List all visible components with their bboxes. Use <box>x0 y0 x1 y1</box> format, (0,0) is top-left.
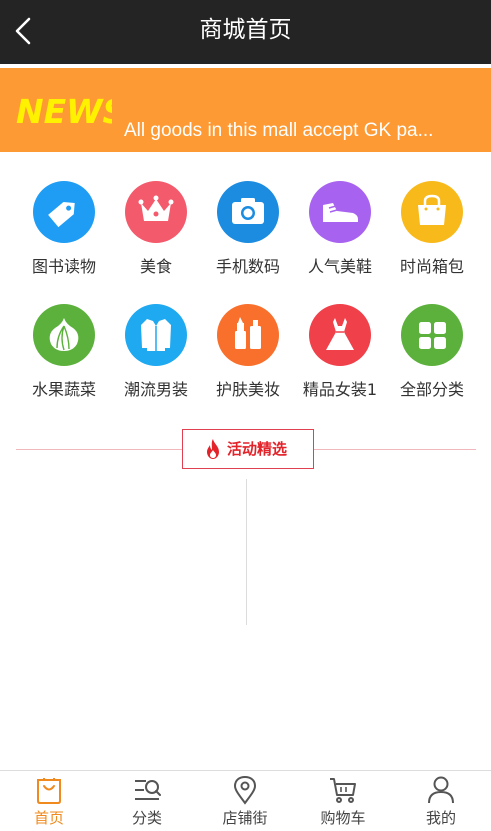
user-icon <box>428 776 454 804</box>
category-item[interactable]: 护肤美妆 <box>205 304 291 414</box>
category-label: 水果蔬菜 <box>31 380 96 399</box>
bottom-tab-bar: 首页 分类 店铺街 购物车 我的 <box>0 770 491 830</box>
tab-home[interactable]: 首页 <box>0 771 98 831</box>
tab-label: 我的 <box>425 809 456 827</box>
cosmetics-icon <box>217 304 279 366</box>
tab-category[interactable]: 分类 <box>98 771 196 831</box>
tab-stores[interactable]: 店铺街 <box>196 771 294 831</box>
news-ticker[interactable]: NEWS All goods in this mall accept GK pa… <box>0 68 491 152</box>
category-item[interactable]: 手机数码 <box>205 181 291 291</box>
tab-label: 首页 <box>33 809 64 827</box>
content-divider <box>246 479 247 625</box>
category-item[interactable]: 人气美鞋 <box>297 181 383 291</box>
grid-icon <box>401 304 463 366</box>
garlic-icon <box>33 304 95 366</box>
top-nav-bar: 商城首页 <box>0 0 491 64</box>
category-item[interactable]: 水果蔬菜 <box>21 304 107 414</box>
category-search-icon <box>135 780 161 800</box>
news-headline[interactable]: All goods in this mall accept GK pa... <box>124 118 480 144</box>
category-label: 人气美鞋 <box>307 257 372 276</box>
category-label: 美食 <box>139 257 172 276</box>
category-item[interactable]: 精品女装1 <box>297 304 383 414</box>
tab-label: 购物车 <box>320 809 366 827</box>
cart-icon <box>330 778 356 803</box>
tab-label: 分类 <box>131 809 162 827</box>
category-label: 全部分类 <box>399 380 464 399</box>
page-title: 商城首页 <box>199 17 292 43</box>
jacket-icon <box>125 304 187 366</box>
shopping-bag-icon <box>37 778 61 804</box>
category-item[interactable]: 时尚箱包 <box>389 181 475 291</box>
section-divider-right <box>314 449 476 450</box>
section-title: 活动精选 <box>227 440 288 458</box>
category-label: 护肤美妆 <box>215 380 280 399</box>
shoe-icon <box>309 181 371 243</box>
news-logo-icon: NEWS <box>16 94 112 128</box>
bag-icon <box>401 181 463 243</box>
category-label: 时尚箱包 <box>399 257 464 276</box>
dress-icon <box>309 304 371 366</box>
section-divider-left <box>16 449 182 450</box>
category-label: 手机数码 <box>215 257 280 276</box>
flame-icon <box>207 439 219 459</box>
tab-cart[interactable]: 购物车 <box>294 771 392 831</box>
location-pin-icon <box>233 775 257 805</box>
tab-label: 店铺街 <box>222 809 268 827</box>
category-item[interactable]: 美食 <box>113 181 199 291</box>
camera-icon <box>217 181 279 243</box>
crown-icon <box>125 181 187 243</box>
category-label: 潮流男装 <box>123 380 188 399</box>
category-label: 精品女装1 <box>302 380 378 399</box>
svg-text:NEWS: NEWS <box>16 94 112 128</box>
category-label: 图书读物 <box>31 257 96 276</box>
category-item[interactable]: 潮流男装 <box>113 304 199 414</box>
tab-profile[interactable]: 我的 <box>392 771 490 831</box>
category-item[interactable]: 全部分类 <box>389 304 475 414</box>
tag-icon <box>33 181 95 243</box>
section-header: 活动精选 <box>182 429 314 469</box>
category-item[interactable]: 图书读物 <box>21 181 107 291</box>
